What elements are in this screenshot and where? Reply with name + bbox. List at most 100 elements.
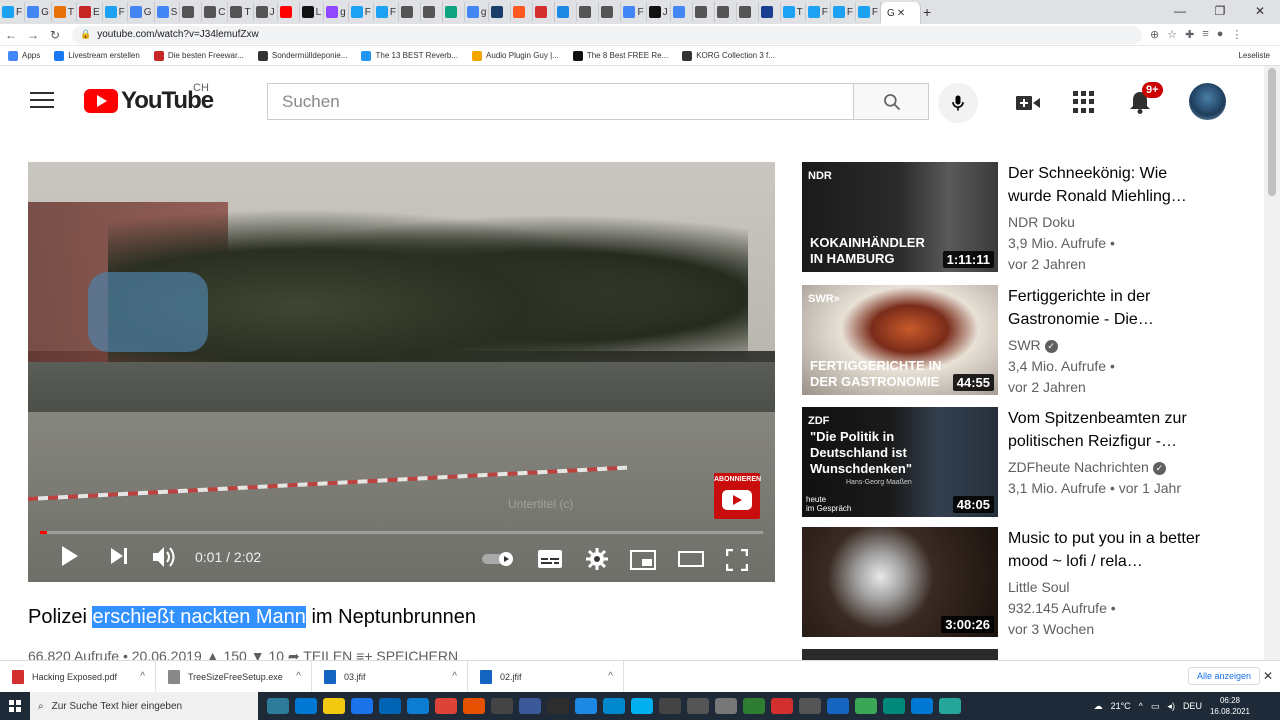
address-bar[interactable]: 🔒 youtube.com/watch?v=J34lemufZxw	[72, 25, 1142, 44]
browser-tab[interactable]	[489, 2, 512, 22]
channel-name[interactable]: Little Soul	[1008, 579, 1069, 595]
taskbar-app-icon[interactable]	[939, 698, 961, 714]
browser-tab[interactable]	[443, 2, 465, 22]
browser-tab[interactable]: F	[621, 2, 647, 22]
taskbar-app-icon[interactable]	[547, 698, 569, 714]
taskbar-app-icon[interactable]	[743, 698, 765, 714]
browser-tab[interactable]	[671, 2, 693, 22]
volume-tray-icon[interactable]: ◂)	[1167, 701, 1175, 712]
taskbar-app-icon[interactable]	[659, 698, 681, 714]
browser-tab[interactable]: L	[300, 2, 325, 22]
bookmark-item[interactable]: Livestream erstellen	[54, 50, 140, 61]
browser-tab[interactable]: J	[254, 2, 278, 22]
recommended-video-title[interactable]: Vom Spitzenbeamten zur politischen Reizf…	[1008, 407, 1208, 453]
taskbar-app-icon[interactable]	[295, 698, 317, 714]
extensions-icon[interactable]: ✚	[1185, 28, 1194, 41]
download-options-chevron-icon[interactable]: ^	[140, 671, 145, 682]
volume-icon[interactable]	[152, 546, 178, 568]
taskbar-app-icon[interactable]	[463, 698, 485, 714]
language-indicator[interactable]: DEU	[1183, 701, 1202, 711]
browser-tab[interactable]: C	[202, 2, 229, 22]
subscribe-watermark-button[interactable]: ABONNIEREN	[714, 473, 761, 519]
bookmark-item[interactable]: Apps	[8, 50, 40, 61]
recommended-video-title[interactable]: Music to put you in a better mood ~ lofi…	[1008, 527, 1208, 573]
profile-icon[interactable]: ●	[1217, 28, 1224, 41]
taskbar-app-icon[interactable]	[799, 698, 821, 714]
taskbar-app-icon[interactable]	[687, 698, 709, 714]
search-button[interactable]	[853, 83, 929, 120]
new-tab-button[interactable]: +	[921, 2, 943, 22]
browser-tab[interactable]: F	[103, 2, 128, 22]
download-item[interactable]: 03.jfif ^	[312, 660, 468, 693]
taskbar-app-icon[interactable]	[771, 698, 793, 714]
next-video-icon[interactable]	[110, 547, 128, 565]
download-options-chevron-icon[interactable]: ^	[608, 671, 613, 682]
browser-tab[interactable]: T	[52, 2, 77, 22]
taskbar-app-icon[interactable]	[575, 698, 597, 714]
bookmark-item[interactable]: Audio Plugin Guy |...	[472, 50, 559, 61]
bookmark-item[interactable]: The 13 BEST Reverb...	[361, 50, 458, 61]
taskbar-app-icon[interactable]	[519, 698, 541, 714]
download-options-chevron-icon[interactable]: ^	[296, 671, 301, 682]
browser-tab[interactable]	[737, 2, 759, 22]
browser-tab[interactable]: g	[465, 2, 490, 22]
voice-search-button[interactable]	[938, 83, 978, 123]
browser-tab[interactable]	[693, 2, 715, 22]
active-browser-tab[interactable]: G ✕	[881, 2, 922, 24]
zoom-icon[interactable]: ⊕	[1150, 28, 1159, 41]
reading-list-icon[interactable]: ≡	[1202, 28, 1208, 41]
weather-icon[interactable]: ☁	[1094, 701, 1103, 712]
video-thumbnail[interactable]: NDR KOKAINHÄNDLER IN HAMBURG 1:11:11	[802, 162, 998, 272]
minimize-button[interactable]: —	[1160, 0, 1200, 24]
taskbar-app-icon[interactable]	[631, 698, 653, 714]
browser-tab[interactable]: T	[781, 2, 806, 22]
forward-icon[interactable]: →	[22, 28, 44, 42]
play-icon[interactable]	[60, 544, 80, 568]
show-all-downloads-button[interactable]: Alle anzeigen	[1188, 667, 1261, 685]
reading-list-button[interactable]: Leseliste	[1238, 51, 1270, 60]
browser-tab[interactable]	[278, 2, 300, 22]
video-player[interactable]: Untertitel (c) ABONNIEREN 0:01 / 2:02	[28, 162, 775, 582]
browser-menu-icon[interactable]: ⋮	[1231, 28, 1242, 41]
autoplay-toggle-icon[interactable]	[482, 551, 518, 567]
recommended-video[interactable]: NDR KOKAINHÄNDLER IN HAMBURG 1:11:11 Der Sc…	[802, 162, 1252, 272]
download-options-chevron-icon[interactable]: ^	[452, 671, 457, 682]
recommended-video[interactable]: SWR» FERTIGGERICHTE IN DER GASTRONOMIE 44:…	[802, 285, 1252, 395]
close-tab-icon[interactable]: ✕	[897, 8, 905, 19]
scrollbar-thumb[interactable]	[1268, 68, 1276, 196]
subtitles-icon[interactable]	[538, 550, 562, 568]
start-button[interactable]	[0, 692, 30, 720]
taskbar-app-icon[interactable]	[323, 698, 345, 714]
tray-chevron-icon[interactable]: ^	[1139, 701, 1143, 711]
recommended-video[interactable]: 3:00:26 Music to put you in a better mood…	[802, 527, 1252, 637]
browser-tab[interactable]: F	[856, 2, 882, 22]
browser-tab[interactable]	[715, 2, 737, 22]
maximize-button[interactable]: ❐	[1200, 0, 1240, 24]
browser-tab[interactable]	[759, 2, 781, 22]
browser-tab[interactable]: T	[228, 2, 254, 22]
channel-name[interactable]: ZDFheute Nachrichten ✓	[1008, 459, 1166, 475]
taskbar-app-icon[interactable]	[351, 698, 373, 714]
menu-icon[interactable]	[30, 92, 54, 110]
taskbar-app-icon[interactable]	[603, 698, 625, 714]
theater-mode-icon[interactable]	[678, 551, 704, 567]
taskbar-app-icon[interactable]	[379, 698, 401, 714]
bookmark-item[interactable]: Sondermülldeponie...	[257, 50, 347, 61]
browser-tab[interactable]	[421, 2, 443, 22]
network-icon[interactable]: ▭	[1151, 701, 1160, 712]
browser-tab[interactable]	[555, 2, 578, 22]
browser-tab[interactable]: F	[0, 2, 26, 22]
video-progress-bar[interactable]	[40, 531, 763, 534]
browser-tab[interactable]: S	[155, 2, 181, 22]
recommended-video-title[interactable]: Fertiggerichte in der Gastronomie - Die…	[1008, 285, 1208, 331]
search-input[interactable]: Suchen	[267, 83, 854, 120]
taskbar-app-icon[interactable]	[883, 698, 905, 714]
page-scrollbar[interactable]	[1264, 66, 1280, 660]
recommended-video[interactable]: ZDF "Die Politik in Deutschland ist Wunsc…	[802, 407, 1252, 517]
browser-tab[interactable]: F	[374, 2, 399, 22]
browser-tab[interactable]	[399, 2, 421, 22]
browser-tab[interactable]	[599, 2, 622, 22]
back-icon[interactable]: ←	[0, 28, 22, 42]
browser-tab[interactable]	[533, 2, 556, 22]
video-thumbnail[interactable]: SWR» FERTIGGERICHTE IN DER GASTRONOMIE 44:…	[802, 285, 998, 395]
